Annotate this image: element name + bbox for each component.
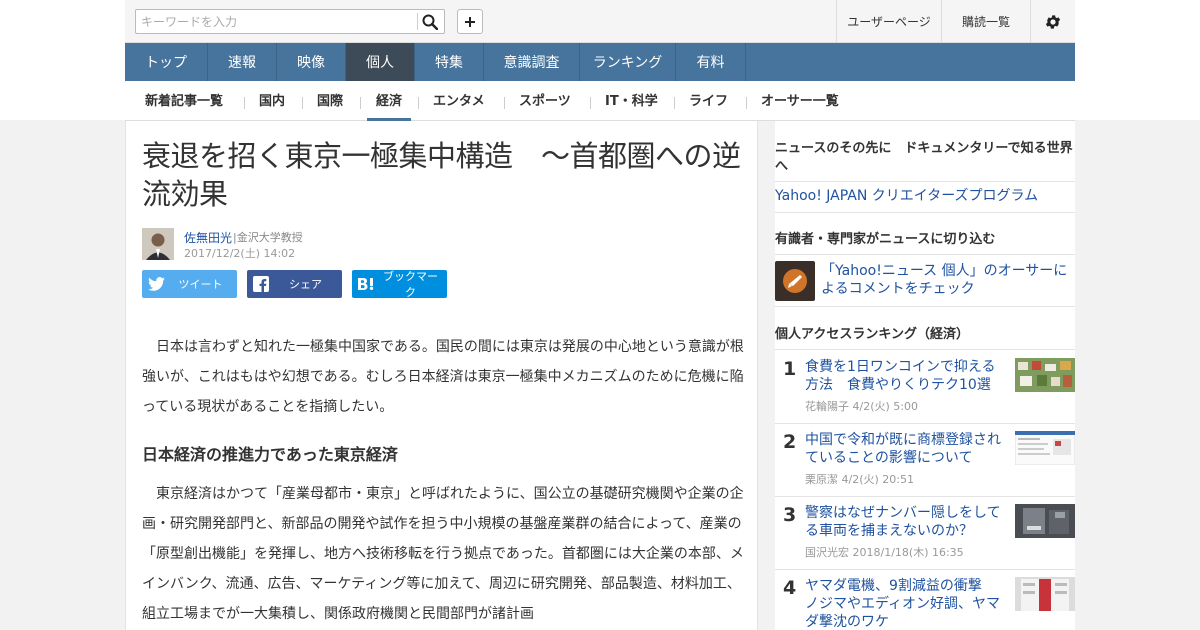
- subnav-divider: [244, 97, 245, 109]
- top-bar-links: ユーザーページ 購読一覧: [836, 0, 1075, 43]
- subnav-item-world[interactable]: 国際: [317, 81, 343, 121]
- subscriptions-link[interactable]: 購読一覧: [941, 0, 1030, 43]
- rank-meta: 国沢光宏 2018/1/18(木) 16:35: [805, 546, 964, 559]
- top-bar: ユーザーページ 購読一覧: [125, 0, 1075, 43]
- nav-item-paid[interactable]: 有料: [676, 43, 746, 81]
- sidebar-divider: [775, 254, 1075, 255]
- hatena-bookmark-button[interactable]: ブックマーク: [352, 270, 447, 299]
- article-headline: 衰退を招く東京一極集中構造 ～首都圏への逆流効果: [142, 139, 741, 211]
- subnav-divider: [746, 97, 747, 109]
- promo-heading: ニュースのその先に ドキュメンタリーで知る世界へ: [775, 141, 1073, 174]
- subnav-divider: [360, 97, 361, 109]
- sidebar-divider: [775, 181, 1075, 182]
- main-nav: トップ 速報 映像 個人 特集 意識調査 ランキング 有料: [125, 43, 1075, 81]
- subnav-divider: [590, 97, 591, 109]
- ranking-item[interactable]: 2 中国で令和が既に商標登録されていることの影響について 栗原潔 4/2(火) …: [775, 431, 1075, 504]
- twitter-icon: [147, 277, 165, 291]
- nav-item-features[interactable]: 特集: [415, 43, 484, 81]
- author-role: |金沢大学教授: [233, 231, 303, 244]
- author-name[interactable]: 佐無田光: [184, 229, 232, 246]
- expert-comment-link[interactable]: 「Yahoo!ニュース 個人」のオーサーによるコメントをチェック: [821, 262, 1075, 298]
- sidebar-divider: [775, 569, 1075, 570]
- rank-thumbnail[interactable]: [1015, 358, 1075, 392]
- subnav-divider: [674, 97, 675, 109]
- rank-number: 4: [783, 577, 797, 599]
- add-button[interactable]: [457, 9, 483, 34]
- sidebar-divider: [775, 349, 1075, 350]
- sidebar-divider: [775, 212, 1075, 213]
- nav-item-breaking[interactable]: 速報: [208, 43, 277, 81]
- sidebar: ニュースのその先に ドキュメンタリーで知る世界へ Yahoo! JAPAN クリ…: [775, 121, 1075, 630]
- category-nav: 新着記事一覧 国内 国際 経済 エンタメ スポーツ IT・科学 ライフ オーサー…: [125, 81, 1075, 121]
- tweet-label: ツイート: [178, 278, 223, 291]
- rank-thumbnail[interactable]: [1015, 504, 1075, 538]
- facebook-share-label: シェア: [289, 278, 322, 291]
- page-container: ユーザーページ 購読一覧 トップ 速報 映像 個人 特集 意識調査 ランキング …: [125, 0, 1075, 630]
- settings-button[interactable]: [1030, 0, 1075, 43]
- user-page-link[interactable]: ユーザーページ: [836, 0, 941, 43]
- subnav-item-sports[interactable]: スポーツ: [519, 81, 571, 121]
- creators-program-link[interactable]: Yahoo! JAPAN クリエイターズプログラム: [775, 187, 1038, 205]
- subnav-item-entertainment[interactable]: エンタメ: [433, 81, 485, 121]
- article-paragraph: 東京経済はかつて「産業母都市・東京」と呼ばれたように、国公立の基礎研究機関や企業…: [142, 486, 744, 622]
- nav-item-survey[interactable]: 意識調査: [484, 43, 580, 81]
- facebook-share-button[interactable]: シェア: [247, 270, 342, 298]
- nav-item-video[interactable]: 映像: [277, 43, 346, 81]
- plus-icon: [465, 16, 475, 27]
- nav-item-top[interactable]: トップ: [125, 43, 208, 81]
- hatena-icon: [352, 277, 380, 291]
- facebook-icon: [253, 276, 269, 292]
- tweet-button[interactable]: ツイート: [142, 270, 237, 298]
- subnav-item-life[interactable]: ライフ: [689, 81, 728, 121]
- ranking-heading: 個人アクセスランキング（経済）: [775, 327, 969, 342]
- subnav-item-it-science[interactable]: IT・科学: [605, 81, 658, 121]
- section-heading: 日本経済の推進力であった東京経済: [142, 445, 398, 464]
- nav-item-individual[interactable]: 個人: [346, 43, 415, 81]
- ranking-item[interactable]: 3 警察はなぜナンバー隠しをしてる車両を捕まえないのか？ 国沢光宏 2018/1…: [775, 504, 1075, 577]
- publish-date: 2017/12/2(土) 14:02: [184, 247, 296, 260]
- nav-item-ranking[interactable]: ランキング: [580, 43, 676, 81]
- rank-number: 3: [783, 504, 797, 526]
- search-box: [135, 9, 445, 34]
- sidebar-divider: [775, 306, 1075, 307]
- search-icon: [422, 14, 438, 30]
- comment-icon: [783, 269, 807, 293]
- search-button[interactable]: [416, 10, 444, 33]
- article: 衰退を招く東京一極集中構造 ～首都圏への逆流効果 佐無田光 |金沢大学教授 20…: [125, 121, 758, 630]
- rank-title[interactable]: 警察はなぜナンバー隠しをしてる車両を捕まえないのか？: [805, 504, 1005, 540]
- gear-icon: [1045, 14, 1061, 29]
- ranking-item[interactable]: 4 ヤマダ電機、9割減益の衝撃 ノジマやエディオン好調、ヤマダ撃沈のワケ: [775, 577, 1075, 630]
- expert-comment-thumb[interactable]: [775, 261, 815, 301]
- subnav-item-new[interactable]: 新着記事一覧: [145, 81, 223, 121]
- subnav-item-economy[interactable]: 経済: [367, 81, 411, 121]
- rank-meta: 花輪陽子 4/2(火) 5:00: [805, 400, 918, 413]
- subnav-divider: [302, 97, 303, 109]
- article-paragraph: 日本は言わずと知れた一極集中国家である。国民の間には東京は発展の中心地という意識…: [142, 339, 744, 415]
- rank-number: 2: [783, 431, 797, 453]
- sidebar-divider: [775, 423, 1075, 424]
- rank-number: 1: [783, 358, 797, 380]
- search-input[interactable]: [136, 10, 411, 33]
- subnav-divider: [504, 97, 505, 109]
- author-avatar[interactable]: [142, 228, 174, 260]
- expert-heading: 有識者・専門家がニュースに切り込む: [775, 232, 996, 247]
- rank-title[interactable]: 食費を1日ワンコインで抑える方法 食費やりくりテク10選: [805, 358, 1005, 394]
- subnav-item-domestic[interactable]: 国内: [259, 81, 285, 121]
- ranking-item[interactable]: 1 食費を1日ワンコインで抑える方法 食費やりくりテク10選 花輪陽子 4/2(…: [775, 358, 1075, 431]
- rank-meta: 栗原潔 4/2(火) 20:51: [805, 473, 914, 486]
- rank-title[interactable]: 中国で令和が既に商標登録されていることの影響について: [805, 431, 1005, 467]
- sidebar-divider: [775, 496, 1075, 497]
- hatena-bookmark-label: ブックマーク: [383, 270, 438, 299]
- rank-title[interactable]: ヤマダ電機、9割減益の衝撃 ノジマやエディオン好調、ヤマダ撃沈のワケ: [805, 577, 1005, 630]
- subnav-item-authors[interactable]: オーサー一覧: [761, 81, 839, 121]
- rank-thumbnail[interactable]: [1015, 431, 1075, 465]
- subnav-divider: [418, 97, 419, 109]
- rank-thumbnail[interactable]: [1015, 577, 1075, 611]
